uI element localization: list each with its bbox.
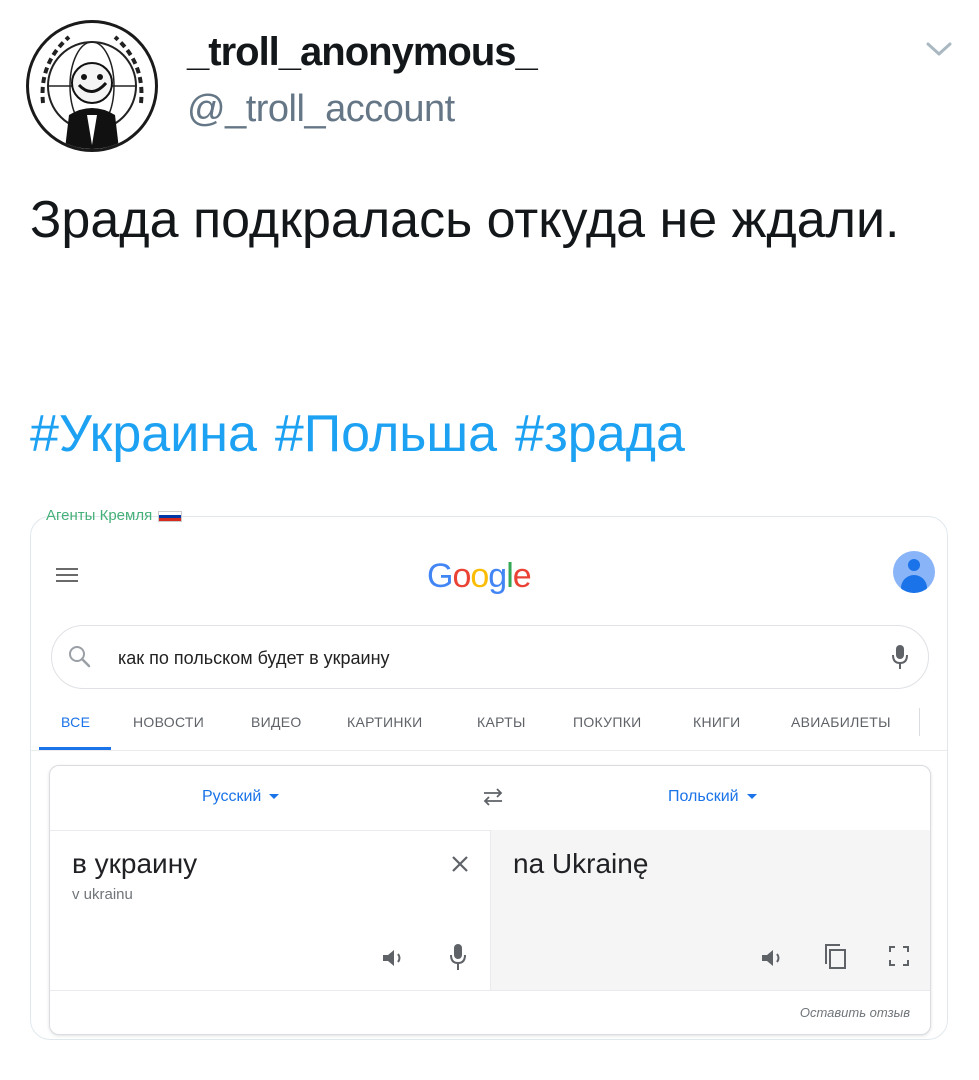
search-input[interactable]: как по польском будет в украину: [51, 625, 929, 689]
avatar[interactable]: [26, 20, 158, 152]
logo-letter: G: [427, 557, 453, 595]
hashtag-link[interactable]: #Украина: [30, 405, 257, 463]
search-tabs: все новости видео картинки карты покупки…: [41, 714, 921, 746]
speaker-icon[interactable]: [759, 946, 787, 970]
card-footer: Оставить отзыв: [50, 990, 930, 1034]
tab-news[interactable]: новости: [133, 714, 204, 730]
divider: [31, 750, 947, 751]
tabs-separator: [919, 708, 920, 736]
dropdown-arrow-icon: [746, 794, 757, 800]
hashtag-list: #Украина #Польша #зрада: [30, 404, 703, 464]
user-handle[interactable]: @_troll_account: [187, 88, 455, 131]
logo-letter: o: [452, 557, 471, 595]
copy-icon[interactable]: [821, 942, 849, 972]
tab-books[interactable]: книги: [693, 714, 740, 730]
fullscreen-icon[interactable]: [887, 944, 911, 968]
source-language-select[interactable]: Русский: [202, 788, 280, 806]
account-avatar-icon[interactable]: [893, 551, 935, 593]
search-icon: [66, 643, 94, 671]
logo-letter: g: [488, 557, 507, 595]
menu-icon[interactable]: [56, 568, 78, 586]
tab-flights[interactable]: авиабилеты: [791, 714, 891, 730]
tab-images[interactable]: картинки: [347, 714, 423, 730]
target-pane: na Ukrainę: [491, 830, 930, 990]
attached-image[interactable]: Google как по польском будет в украину в…: [30, 516, 948, 1040]
microphone-icon[interactable]: [448, 942, 468, 972]
source-text: в украину: [72, 848, 198, 879]
translated-text: na Ukrainę: [513, 848, 649, 879]
tab-maps[interactable]: карты: [477, 714, 526, 730]
tab-shopping[interactable]: покупки: [573, 714, 642, 730]
hashtag-link[interactable]: #зрада: [515, 405, 685, 463]
source-language-label: Русский: [202, 788, 262, 805]
target-language-label: Польский: [668, 788, 739, 805]
logo-letter: o: [470, 557, 489, 595]
tab-video[interactable]: видео: [251, 714, 302, 730]
hashtag-link[interactable]: #Польша: [275, 405, 497, 463]
dropdown-arrow-icon: [269, 794, 280, 800]
display-name[interactable]: _troll_anonymous_: [187, 30, 538, 75]
logo-letter: e: [512, 557, 532, 595]
search-query-text: как по польском будет в украину: [118, 648, 390, 668]
source-pane[interactable]: в украину v ukrainu: [50, 830, 491, 990]
chevron-down-icon[interactable]: [922, 38, 956, 60]
feedback-link[interactable]: Оставить отзыв: [800, 1005, 910, 1020]
watermark: Агенты Кремля: [46, 507, 183, 524]
language-bar: Русский Польский: [50, 766, 930, 831]
google-logo: Google: [427, 557, 532, 596]
source-transliteration: v ukrainu: [72, 886, 133, 903]
microphone-icon[interactable]: [890, 643, 910, 671]
translate-card: Русский Польский в украину v ukrainu na …: [49, 765, 931, 1035]
close-icon[interactable]: [448, 852, 472, 876]
tab-all[interactable]: все: [61, 714, 90, 730]
swap-languages-icon[interactable]: [478, 784, 508, 810]
target-language-select[interactable]: Польский: [668, 788, 757, 806]
watermark-text: Агенты Кремля: [46, 507, 153, 524]
tweet-text: Зрада подкралась откуда не ждали.: [30, 191, 900, 249]
russian-flag-icon: [158, 510, 183, 522]
speaker-icon[interactable]: [380, 946, 408, 970]
anonymous-emblem-icon: [40, 35, 144, 149]
